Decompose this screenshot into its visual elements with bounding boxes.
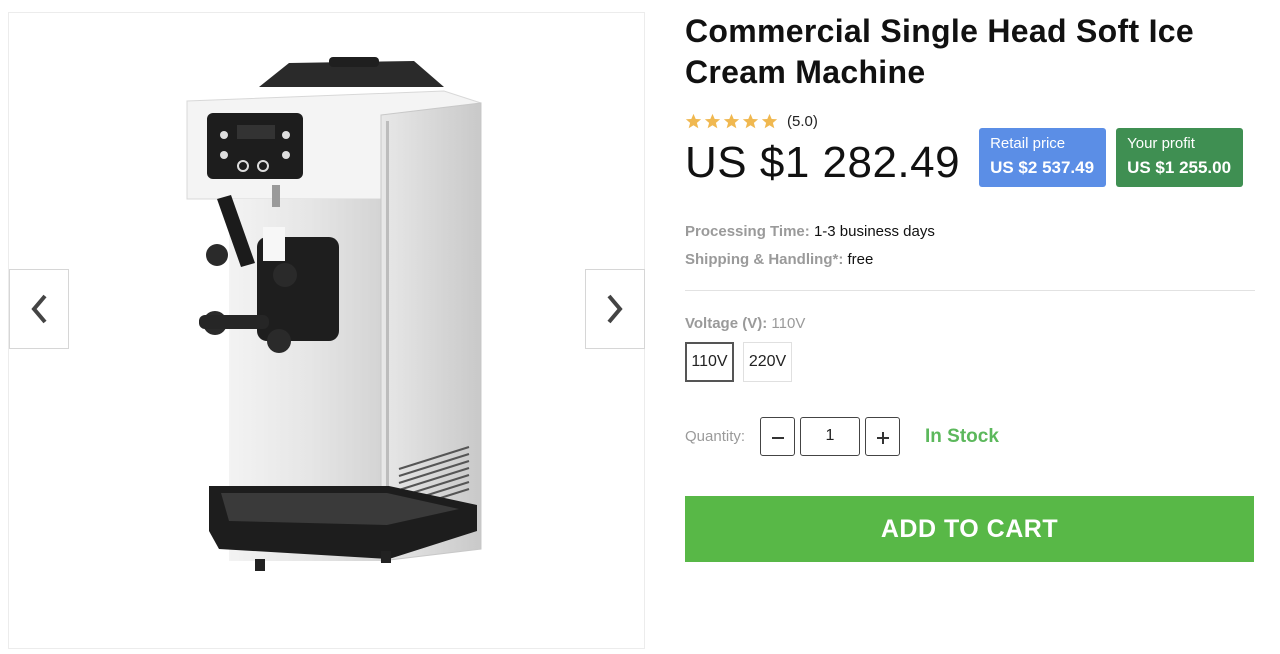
voltage-heading: Voltage (V): 110V	[685, 315, 1255, 332]
processing-time-row: Processing Time: 1-3 business days	[685, 218, 1255, 246]
plus-icon	[876, 431, 889, 444]
product-title: Commercial Single Head Soft Ice Cream Ma…	[685, 13, 1195, 90]
star-icon	[723, 113, 740, 128]
voltage-option-220v[interactable]: 220V	[743, 342, 792, 382]
retail-price-value: US $2 537.49	[990, 158, 1095, 177]
shipping-label: Shipping & Handling*:	[685, 251, 844, 268]
shipping-info: Processing Time: 1-3 business days Shipp…	[685, 218, 1255, 274]
quantity-decrease-button[interactable]	[760, 417, 795, 456]
chevron-right-icon	[607, 294, 623, 324]
star-icon	[761, 113, 778, 128]
voltage-label: Voltage (V):	[685, 315, 768, 332]
voltage-option-110v[interactable]: 110V	[685, 342, 734, 382]
rating-stars	[685, 113, 778, 130]
add-to-cart-button[interactable]: ADD TO CART	[685, 496, 1254, 562]
product-details: Commercial Single Head Soft Ice Cream Ma…	[685, 0, 1255, 562]
quantity-label: Quantity:	[685, 428, 746, 445]
quantity-row: Quantity: In Stock	[685, 417, 1255, 456]
processing-time-value: 1-3 business days	[813, 223, 935, 240]
retail-price-badge: Retail price US $2 537.49	[979, 128, 1107, 187]
chevron-left-icon	[31, 294, 47, 324]
previous-image-button[interactable]	[9, 269, 69, 349]
star-icon	[704, 113, 721, 128]
profit-label: Your profit	[1127, 135, 1195, 152]
quantity-increase-button[interactable]	[865, 417, 900, 456]
shipping-value: free	[847, 251, 874, 268]
divider	[685, 290, 1255, 291]
voltage-options: 110V 220V	[685, 342, 1255, 382]
star-icon	[742, 113, 759, 128]
rating-value: (5.0)	[787, 112, 818, 130]
next-image-button[interactable]	[585, 269, 645, 349]
product-price: US $1 282.49	[685, 138, 961, 187]
shipping-row: Shipping & Handling*: free	[685, 246, 1255, 274]
retail-price-label: Retail price	[990, 135, 1066, 152]
quantity-input[interactable]	[800, 417, 860, 456]
star-icon	[685, 113, 702, 128]
product-gallery	[8, 12, 645, 649]
voltage-selected-value: 110V	[771, 315, 806, 332]
processing-time-label: Processing Time:	[685, 223, 810, 240]
price-row: US $1 282.49 Retail price US $2 537.49 Y…	[685, 128, 1255, 193]
minus-icon	[771, 436, 784, 439]
product-image	[186, 57, 482, 571]
profit-value: US $1 255.00	[1127, 158, 1232, 177]
stock-status: In Stock	[925, 425, 999, 447]
profit-badge: Your profit US $1 255.00	[1116, 128, 1244, 187]
